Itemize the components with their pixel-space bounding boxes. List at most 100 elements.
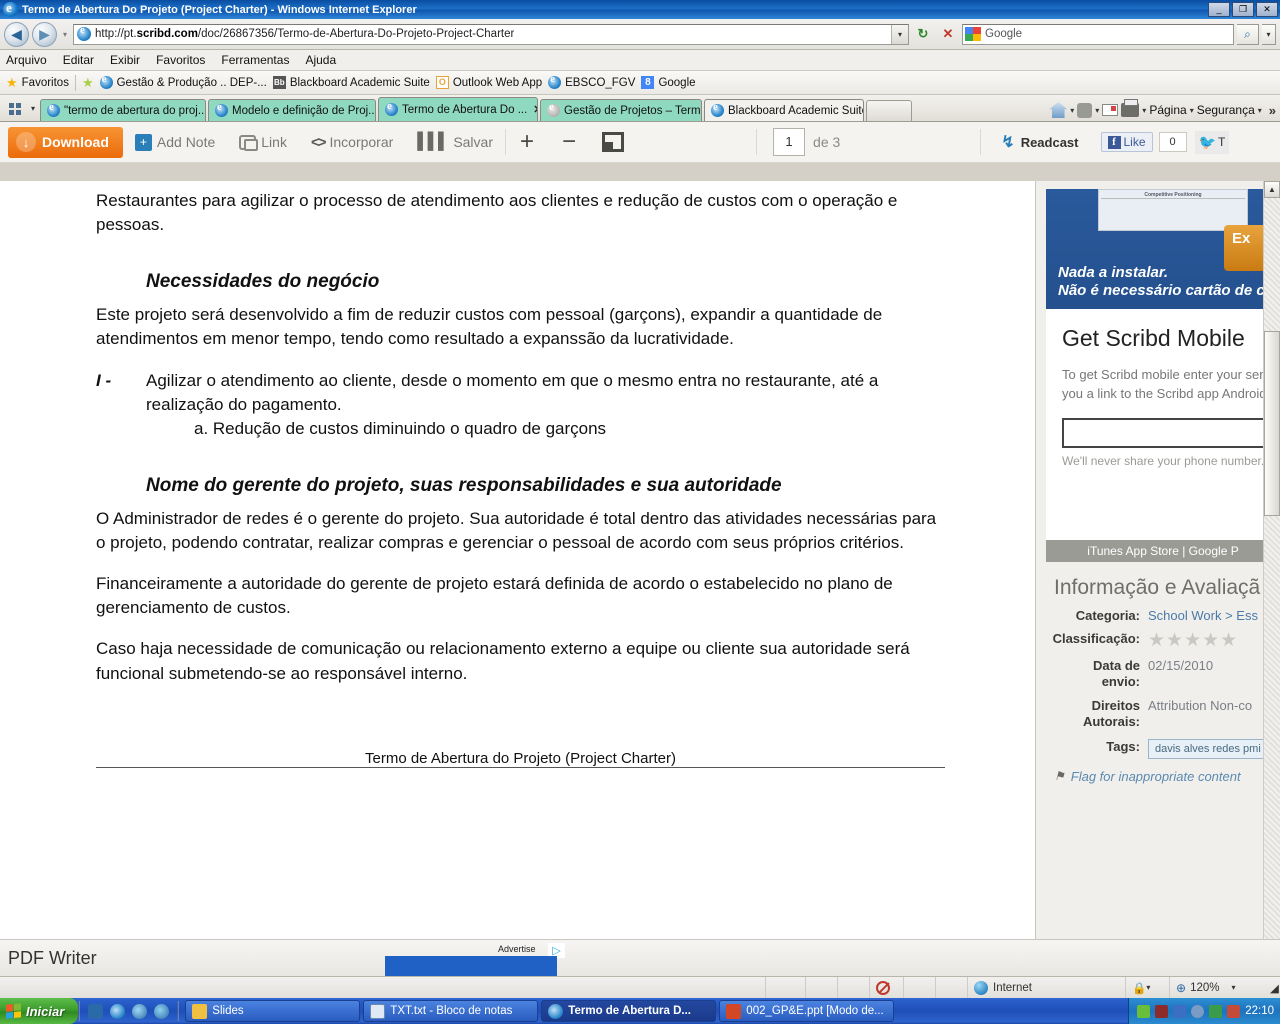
- chevron-down-icon[interactable]: ▾: [1095, 106, 1099, 115]
- tab-1[interactable]: Modelo e definição de Proj...: [208, 99, 376, 121]
- code-brackets-icon: <>: [310, 133, 326, 151]
- popup-blocked-icon[interactable]: [870, 976, 904, 999]
- menu-item-exibir[interactable]: Exibir: [110, 53, 140, 67]
- search-input[interactable]: Google: [962, 23, 1234, 45]
- security-menu-button[interactable]: Segurança: [1197, 103, 1255, 117]
- clock[interactable]: 22:10: [1245, 1005, 1274, 1017]
- chevron-down-icon[interactable]: ▾: [1142, 106, 1146, 115]
- scroll-up-arrow-icon[interactable]: ▲: [1264, 181, 1280, 198]
- taskbar-item-notepad[interactable]: TXT.txt - Bloco de notas: [363, 1000, 539, 1022]
- stop-button[interactable]: ✕: [937, 23, 959, 45]
- taskbar-item-slides[interactable]: Slides: [185, 1000, 361, 1022]
- add-note-button[interactable]: + Add Note: [123, 133, 227, 151]
- link-button[interactable]: Link: [227, 134, 299, 151]
- media-player-icon[interactable]: [132, 1003, 148, 1019]
- favorite-item-blackboard[interactable]: Bb Blackboard Academic Suite: [272, 76, 430, 89]
- chevron-down-icon[interactable]: ▾: [1258, 106, 1262, 115]
- zoom-out-button[interactable]: −: [548, 128, 590, 156]
- tab-close-icon[interactable]: ✕: [533, 103, 537, 116]
- favorite-item-outlook[interactable]: O Outlook Web App: [435, 76, 542, 89]
- search-provider-dropdown-icon[interactable]: ▾: [1262, 23, 1276, 45]
- favorite-item-gestao[interactable]: Gestão & Produção .. DEP-...: [99, 73, 267, 89]
- menu-item-ajuda[interactable]: Ajuda: [305, 53, 336, 67]
- search-go-button[interactable]: ⌕: [1237, 23, 1259, 45]
- phone-number-input[interactable]: [1062, 417, 1272, 448]
- zoom-in-button[interactable]: +: [506, 128, 548, 156]
- mail-icon[interactable]: [1102, 104, 1119, 116]
- tab-list-dropdown-icon[interactable]: ▾: [26, 98, 40, 119]
- scrollbar-thumb[interactable]: [1264, 331, 1280, 516]
- like-label: Like: [1123, 135, 1146, 149]
- readcast-button[interactable]: ↯ Readcast: [1001, 132, 1078, 152]
- page-number-input[interactable]: 1: [773, 128, 806, 156]
- monitor-icon[interactable]: [1227, 1004, 1241, 1018]
- history-dropdown-icon[interactable]: ▾: [60, 30, 70, 39]
- close-button[interactable]: ✕: [1256, 2, 1278, 17]
- rating-stars[interactable]: ★★★★★: [1148, 631, 1238, 650]
- info-value[interactable]: School Work > Ess: [1148, 608, 1258, 623]
- start-button[interactable]: Iniciar: [0, 998, 79, 1024]
- resize-grip[interactable]: ◢: [1264, 977, 1280, 999]
- zoom-level-control[interactable]: ⊕ 120% ▾: [1170, 977, 1264, 999]
- network-icon[interactable]: [1173, 1004, 1187, 1018]
- bottom-ad-strip[interactable]: [385, 956, 557, 976]
- facebook-like-button[interactable]: f Like: [1100, 132, 1153, 152]
- favorite-item-google[interactable]: 8 Google: [641, 76, 696, 89]
- minimize-button[interactable]: _: [1208, 2, 1230, 17]
- tab-2-active[interactable]: Termo de Abertura Do ... ✕: [378, 97, 538, 121]
- maximize-button[interactable]: ❐: [1232, 2, 1254, 17]
- menu-item-editar[interactable]: Editar: [63, 53, 94, 67]
- overflow-icon[interactable]: »: [1269, 103, 1276, 118]
- chevron-down-icon[interactable]: ▾: [1070, 106, 1074, 115]
- menu-item-favoritos[interactable]: Favoritos: [156, 53, 205, 67]
- favorite-item-ebsco[interactable]: EBSCO_FGV: [548, 73, 635, 89]
- favorites-button[interactable]: ★ Favoritos: [6, 75, 69, 91]
- taskbar-item-powerpoint[interactable]: 002_GP&E.ppt [Modo de...: [719, 1000, 895, 1022]
- tab-4[interactable]: Blackboard Academic Suite: [704, 99, 864, 121]
- url-dropdown-icon[interactable]: ▾: [891, 24, 908, 44]
- internet-explorer-icon[interactable]: [110, 1003, 126, 1019]
- refresh-button[interactable]: ↻: [912, 23, 934, 45]
- shield-icon[interactable]: [1155, 1004, 1169, 1018]
- tray-icon-4[interactable]: [1191, 1004, 1205, 1018]
- menu-item-ferramentas[interactable]: Ferramentas: [221, 53, 289, 67]
- download-button[interactable]: ↓ Download: [8, 126, 123, 158]
- chevron-down-icon[interactable]: ▾: [1146, 983, 1150, 992]
- url-input[interactable]: http://pt.scribd.com/doc/26867356/Termo-…: [73, 23, 909, 45]
- system-tray: 22:10: [1128, 998, 1280, 1024]
- chevron-down-icon[interactable]: ▾: [1190, 106, 1194, 115]
- like-count: 0: [1158, 132, 1187, 152]
- twitter-tweet-button[interactable]: 🐦 T: [1194, 130, 1230, 154]
- add-favorite-icon[interactable]: ★: [82, 75, 94, 91]
- protected-mode-indicator[interactable]: 🔒 ▾: [1126, 976, 1170, 999]
- back-button[interactable]: ◀: [4, 21, 29, 47]
- forward-button[interactable]: ▶: [32, 21, 57, 47]
- embed-button[interactable]: <> Incorporar: [299, 134, 405, 151]
- taskbar-item-ie-active[interactable]: Termo de Abertura D...: [541, 1000, 717, 1022]
- print-icon[interactable]: [1121, 99, 1140, 117]
- rss-feed-icon[interactable]: [1077, 102, 1093, 118]
- firefox-icon[interactable]: [154, 1003, 170, 1019]
- flag-content-link[interactable]: ⚑ Flag for inappropriate content: [1054, 769, 1280, 784]
- home-icon[interactable]: [1049, 102, 1068, 118]
- advertisement-banner[interactable]: Competitive Positioning Nada a instalar.…: [1046, 189, 1280, 309]
- app-store-links[interactable]: iTunes App Store | Google P: [1046, 539, 1280, 562]
- page-vertical-scrollbar[interactable]: ▲: [1263, 181, 1280, 939]
- security-zone[interactable]: Internet: [968, 976, 1126, 999]
- show-desktop-icon[interactable]: [88, 1003, 104, 1019]
- menu-item-arquivo[interactable]: Arquivo: [6, 53, 47, 67]
- new-tab-button[interactable]: [866, 100, 912, 121]
- tags-value[interactable]: davis alves redes pmi: [1148, 738, 1280, 759]
- tray-icon-1[interactable]: [1137, 1004, 1151, 1018]
- tab-3[interactable]: Gestão de Projetos – Term...: [540, 99, 702, 121]
- quick-tabs-button[interactable]: [4, 98, 26, 119]
- chevron-down-icon[interactable]: ▾: [1231, 983, 1235, 992]
- tab-0[interactable]: "termo de abertura do proj...: [40, 99, 206, 121]
- save-button[interactable]: ▌▌▌ Salvar: [405, 133, 505, 151]
- tray-icon-5[interactable]: [1209, 1004, 1223, 1018]
- document-viewer[interactable]: Restaurantes para agilizar o processo de…: [0, 181, 1035, 939]
- fullscreen-icon[interactable]: [602, 132, 625, 152]
- page-menu-button[interactable]: Página: [1149, 103, 1186, 117]
